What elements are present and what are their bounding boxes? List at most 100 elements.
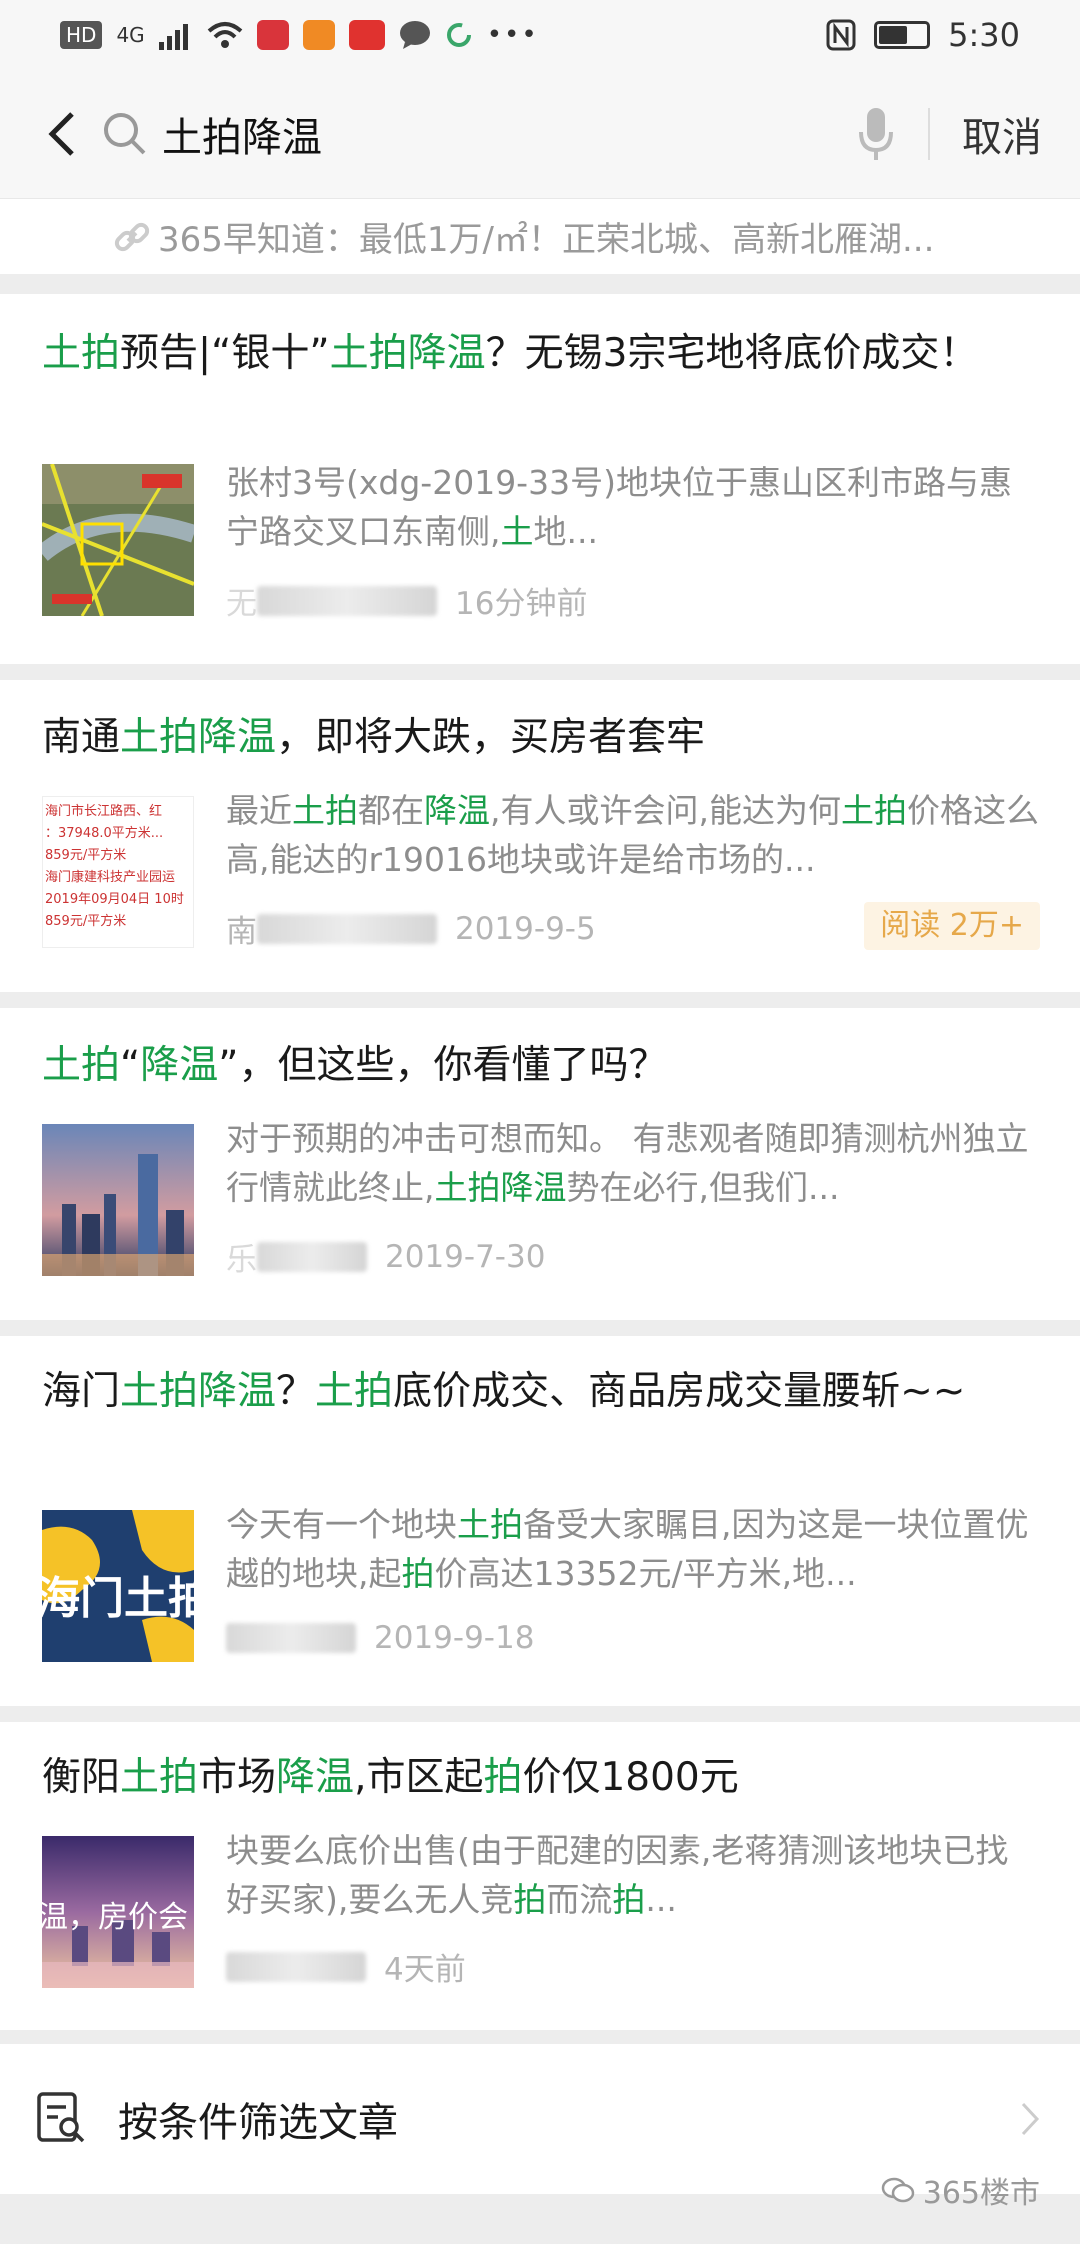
hd-tag: HD [60,21,103,49]
article-title: 海门土拍降温？土拍底价成交、商品房成交量腰斩~~ [42,1362,1040,1422]
search-bar: 土拍降温 取消 [0,70,1080,198]
keyword-highlight: 土拍 [292,791,358,830]
chat-icon [399,21,430,49]
keyword-highlight: 拍 [401,1554,435,1593]
link-icon [114,222,150,252]
text-segment: ？无锡3宗宅地将底价成交！ [485,331,979,376]
sina-icon [348,20,385,50]
status-bar: HD 4G ••• 5:30 [0,0,1080,70]
sync-icon [446,23,471,47]
text-segment: 价仅1800元 [522,1755,739,1800]
thumbnail-line: 2019年09月04日 10时 [45,892,184,907]
article-meta: 4天前 [226,1944,466,1989]
article-snippet: 最近土拍都在降温,有人或许会问,能达为何土拍价格这么高,能达的r19016地块或… [226,786,1040,884]
keyword-highlight: 土拍降温 [120,1369,277,1414]
keyword-highlight: 土拍 [840,791,907,830]
thumbnail-text: 海门市长江路西、红 ：37948.0平方米... 859元/平方米 海门康建科技… [43,797,193,937]
article-card[interactable]: 南通土拍降温，即将大跌，买房者套牢 海门市长江路西、红 ：37948.0平方米.… [0,680,1080,992]
text-segment: 市场 [198,1755,277,1800]
article-source: 南 [226,914,257,950]
article-time: 16分钟前 [455,586,588,622]
network-tag: 4G [116,23,145,47]
signal-icon [158,24,188,50]
blurred-source [226,1951,366,1982]
thumbnail-text: 海门土拍 [42,1573,194,1624]
article-meta: 乐 2019-7-30 [226,1234,545,1279]
filter-document-icon [37,2092,85,2143]
article-thumbnail [42,1124,194,1276]
article-title: 衡阳土拍市场降温,市区起拍价仅1800元 [42,1748,1040,1808]
app-365-icon [302,20,335,50]
article-time: 2019-7-30 [385,1238,546,1275]
watermark: 365楼市 [881,2168,1040,2212]
clock: 5:30 [948,16,1020,54]
blurred-source [257,585,437,616]
text-segment: 张村3号(xdg-2019-33号)地块位于惠山区利市路与惠宁路交叉口东南侧, [226,463,1012,551]
keyword-highlight: 降温 [424,791,490,830]
chevron-left-icon [48,112,74,156]
text-segment: 地... [533,512,598,551]
text-segment: 最近 [226,791,292,830]
blurred-source [257,913,437,944]
blurred-source [226,1623,356,1653]
article-thumbnail: 海门市长江路西、红 ：37948.0平方米... 859元/平方米 海门康建科技… [42,796,194,948]
thumbnail-line: ：37948.0平方米... [45,826,164,841]
nfc-icon [826,19,856,51]
article-card[interactable]: 衡阳土拍市场降温,市区起拍价仅1800元 温，房价会 块要么底价出售(由于配建的… [0,1722,1080,2030]
text-segment: ,有人或许会问,能达为何 [490,791,841,830]
keyword-highlight: 拍 [483,1755,523,1800]
keyword-highlight: 土 [500,512,534,551]
keyword-highlight: 土拍 [42,1043,121,1088]
previous-result-text: 365早知道：最低1万/㎡！正荣北城、高新北雁湖... [158,220,935,260]
article-snippet: 对于预期的冲击可想而知。 有悲观者随即猜测杭州独立行情就此终止,土拍降温势在必行… [226,1114,1040,1212]
keyword-highlight: 土拍 [120,1755,199,1800]
thumbnail-line: 859元/平方米 [45,914,127,929]
wifi-icon [207,22,243,48]
text-segment: 预告|“银十” [120,331,330,376]
keyword-highlight: 土拍降温 [434,1168,567,1207]
text-segment: ，即将大跌，买房者套牢 [276,715,706,760]
article-title: 南通土拍降温，即将大跌，买房者套牢 [42,708,1040,768]
text-segment: ”，但这些，你看懂了吗？ [218,1043,668,1088]
article-time: 2019-9-5 [455,910,596,947]
previous-result-snippet[interactable]: 365早知道：最低1万/㎡！正荣北城、高新北雁湖... [0,198,1080,274]
article-title: 土拍“降温”，但这些，你看懂了吗？ [42,1036,1040,1096]
text-segment: 都在 [358,791,424,830]
keyword-highlight: 土拍降温 [120,715,277,760]
chevron-right-icon [1021,2102,1040,2136]
article-card[interactable]: 海门土拍降温？土拍底价成交、商品房成交量腰斩~~ 海门土拍 今天有一个地块土拍备… [0,1336,1080,1706]
article-snippet: 今天有一个地块土拍备受大家瞩目,因为这是一块位置优越的地块,起拍价高达13352… [226,1500,1040,1598]
article-title: 土拍预告|“银十”土拍降温？无锡3宗宅地将底价成交！ [42,324,1040,384]
thumbnail-text: 温，房价会 [42,1900,188,1935]
back-button[interactable] [26,99,96,169]
keyword-highlight: 土拍降温 [329,331,486,376]
text-segment: 南通 [42,715,121,760]
article-card[interactable]: 土拍“降温”，但这些，你看懂了吗？ 对于预期的冲击可想而知。 有悲观者随即猜测杭… [0,1008,1080,1320]
text-segment: 价高达13352元/平方米,地... [434,1554,857,1593]
filter-label: 按条件筛选文章 [118,2100,398,2146]
text-segment: 而流 [546,1880,613,1919]
microphone-icon[interactable] [856,104,896,164]
thumbnail-line: 海门康建科技产业园运 [45,870,176,885]
text-segment: 底价成交、商品房成交量腰斩~~ [393,1369,966,1414]
search-icon [104,113,146,155]
article-thumbnail [42,464,194,616]
article-thumbnail: 温，房价会 [42,1836,194,1988]
search-input[interactable]: 土拍降温 [162,105,856,163]
article-time: 2019-9-18 [374,1620,535,1656]
article-snippet: 块要么底价出售(由于配建的因素,老蒋猜测该地块已找好买家),要么无人竞拍而流拍.… [226,1826,1040,1924]
battery-icon [874,21,931,49]
text-segment: “ [120,1043,141,1088]
keyword-highlight: 土拍 [42,331,121,376]
article-meta: 南 2019-9-5 [226,906,596,951]
keyword-highlight: 降温 [276,1755,355,1800]
chat-bubble-icon [881,2177,914,2203]
reader-app-icon [256,20,289,50]
blurred-source [257,1241,367,1272]
keyword-highlight: 降温 [140,1043,219,1088]
cancel-button[interactable]: 取消 [930,105,1080,163]
article-card[interactable]: 土拍预告|“银十”土拍降温？无锡3宗宅地将底价成交！ 张村3号(xdg-2019… [0,294,1080,664]
article-meta: 2019-9-18 [226,1620,534,1656]
keyword-highlight: 拍 [612,1880,646,1919]
thumbnail-line: 859元/平方米 [45,848,127,863]
